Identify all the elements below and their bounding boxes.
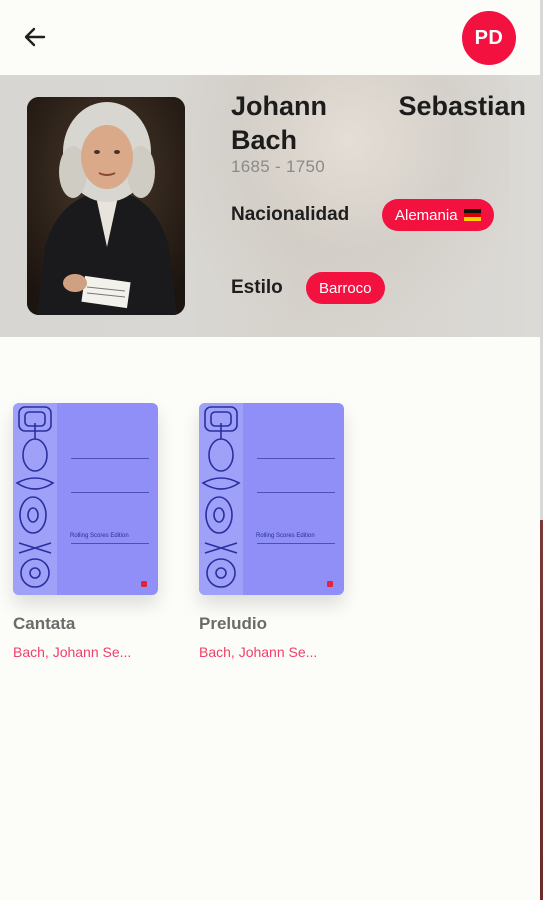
cover-edition-text: Rolling Scores Edition (256, 533, 315, 539)
work-card[interactable]: Rolling Scores Edition Preludio Bach, Jo… (199, 403, 344, 660)
work-card[interactable]: Rolling Scores Edition Cantata Bach, Joh… (13, 403, 158, 660)
composer-portrait (27, 97, 185, 315)
nationality-label: Nacionalidad (231, 204, 350, 225)
arrow-left-icon (24, 27, 46, 47)
nationality-chip[interactable]: Alemania (382, 199, 494, 231)
composer-middle-name: Sebastian (398, 91, 526, 121)
app-bar: PD (0, 0, 540, 75)
style-value: Barroco (319, 279, 372, 297)
style-label: Estilo (231, 277, 283, 298)
publisher-logo-icon (327, 581, 333, 587)
publisher-logo-icon (141, 581, 147, 587)
work-composer: Bach, Johann Se... (199, 644, 318, 660)
work-composer: Bach, Johann Se... (13, 644, 132, 660)
composer-years: 1685 - 1750 (231, 157, 326, 176)
germany-flag-icon (463, 209, 481, 221)
score-cover: Rolling Scores Edition (199, 403, 344, 595)
composer-name: Johann Sebastian Bach (231, 89, 526, 157)
avatar-initials: PD (474, 26, 504, 49)
cover-instrument-pattern (199, 403, 243, 595)
back-button[interactable] (18, 20, 52, 54)
style-chip[interactable]: Barroco (306, 272, 385, 304)
composer-first-name: Johann (231, 91, 328, 121)
composer-header: Johann Sebastian Bach 1685 - 1750 Nacion… (0, 75, 540, 337)
cover-edition-text: Rolling Scores Edition (70, 533, 129, 539)
composer-last-name: Bach (231, 125, 298, 155)
score-cover: Rolling Scores Edition (13, 403, 158, 595)
user-avatar[interactable]: PD (462, 11, 516, 65)
work-title: Preludio (199, 614, 268, 633)
nationality-value: Alemania (395, 206, 458, 224)
work-title: Cantata (13, 614, 76, 633)
cover-instrument-pattern (13, 403, 57, 595)
